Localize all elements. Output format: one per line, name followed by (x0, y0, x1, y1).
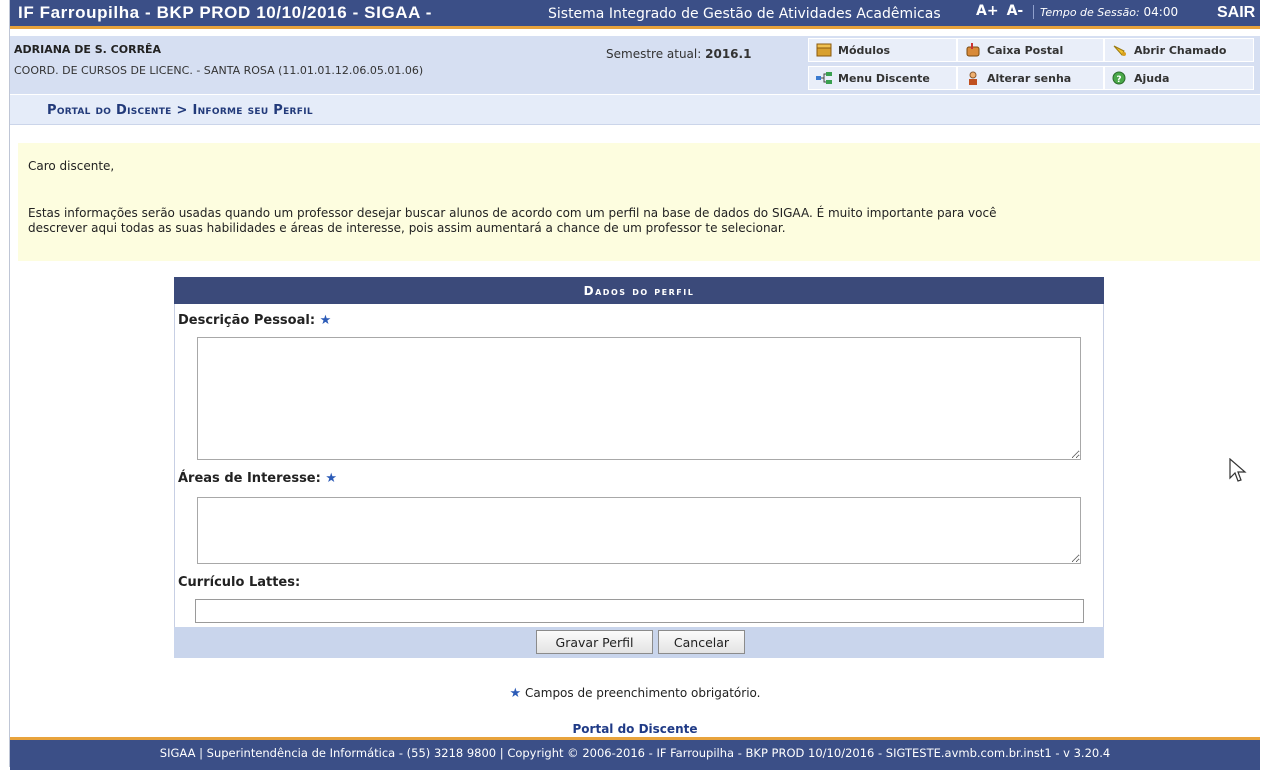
session-time: 04:00 (1143, 5, 1179, 19)
help-button[interactable]: ? Ajuda (1104, 66, 1254, 90)
required-fields-note: ★ Campos de preenchimento obrigatório. (509, 686, 761, 701)
help-label: Ajuda (1134, 71, 1170, 85)
user-name: ADRIANA DE S. CORRÊA (14, 43, 162, 56)
description-textarea[interactable] (197, 337, 1081, 460)
notice-greeting: Caro discente, (28, 159, 115, 173)
notice-line-2: descrever aqui todas as suas habilidades… (28, 221, 786, 235)
font-size-controls: A+ A- (976, 3, 1031, 19)
modules-button[interactable]: Módulos (808, 38, 957, 62)
window-left-border (0, 0, 10, 767)
bell-horn-icon (1112, 43, 1128, 57)
semester-value: 2016.1 (705, 47, 752, 61)
mailbox-button[interactable]: Caixa Postal (957, 38, 1104, 62)
system-title: IF Farroupilha - BKP PROD 10/10/2016 - S… (18, 3, 432, 22)
current-semester: Semestre atual: 2016.1 (606, 47, 751, 61)
menu-tree-icon (816, 71, 832, 85)
footer: SIGAA | Superintendência de Informática … (10, 737, 1260, 770)
student-menu-button[interactable]: Menu Discente (808, 66, 957, 90)
cancel-button[interactable]: Cancelar (658, 630, 745, 654)
interests-label: Áreas de Interesse: ★ (178, 471, 338, 486)
lattes-input[interactable] (195, 599, 1084, 623)
info-notice: Caro discente, Estas informações serão u… (18, 143, 1260, 261)
portal-discente-link[interactable]: Portal do Discente (10, 722, 1260, 736)
modules-box-icon (816, 43, 832, 57)
help-icon: ? (1112, 71, 1128, 85)
system-subtitle: Sistema Integrado de Gestão de Atividade… (548, 6, 941, 22)
font-increase-button[interactable]: A+ (976, 3, 999, 19)
notice-line-1: Estas informações serão usadas quando um… (28, 206, 997, 220)
user-info-bar: ADRIANA DE S. CORRÊA COORD. DE CURSOS DE… (10, 36, 1260, 94)
semester-label: Semestre atual: (606, 47, 702, 61)
modules-label: Módulos (838, 43, 891, 57)
required-star-icon: ★ (319, 313, 332, 328)
user-unit: COORD. DE CURSOS DE LICENC. - SANTA ROSA… (14, 64, 424, 77)
top-header-bar: IF Farroupilha - BKP PROD 10/10/2016 - S… (10, 0, 1260, 29)
open-ticket-button[interactable]: Abrir Chamado (1104, 38, 1254, 62)
breadcrumb-bar: Portal do Discente > Informe seu Perfil (10, 95, 1260, 125)
save-profile-button[interactable]: Gravar Perfil (536, 630, 653, 654)
required-star-icon: ★ (509, 686, 522, 701)
session-timer: Tempo de Sessão: 04:00 (1033, 5, 1178, 19)
session-label: Tempo de Sessão: (1040, 6, 1140, 19)
form-title: Dados do perfil (174, 277, 1104, 304)
change-password-label: Alterar senha (987, 71, 1072, 85)
sigaa-page: IF Farroupilha - BKP PROD 10/10/2016 - S… (10, 0, 1260, 770)
interests-textarea[interactable] (197, 497, 1081, 564)
logout-link[interactable]: SAIR (1217, 4, 1255, 22)
mailbox-icon (965, 43, 981, 57)
required-star-icon: ★ (325, 471, 338, 486)
profile-form: Dados do perfil Descrição Pessoal: ★ Áre… (174, 277, 1104, 658)
svg-text:?: ? (1116, 75, 1121, 85)
font-decrease-button[interactable]: A- (1007, 3, 1024, 19)
breadcrumb: Portal do Discente > Informe seu Perfil (47, 103, 313, 118)
open-ticket-label: Abrir Chamado (1134, 43, 1227, 57)
user-key-icon (965, 71, 981, 85)
mailbox-label: Caixa Postal (987, 43, 1064, 57)
student-menu-label: Menu Discente (838, 71, 930, 85)
description-label: Descrição Pessoal: ★ (178, 313, 332, 328)
form-actions: Gravar Perfil Cancelar (174, 627, 1104, 658)
lattes-label: Currículo Lattes: (178, 575, 301, 590)
change-password-button[interactable]: Alterar senha (957, 66, 1104, 90)
mouse-pointer-icon (1229, 458, 1247, 482)
